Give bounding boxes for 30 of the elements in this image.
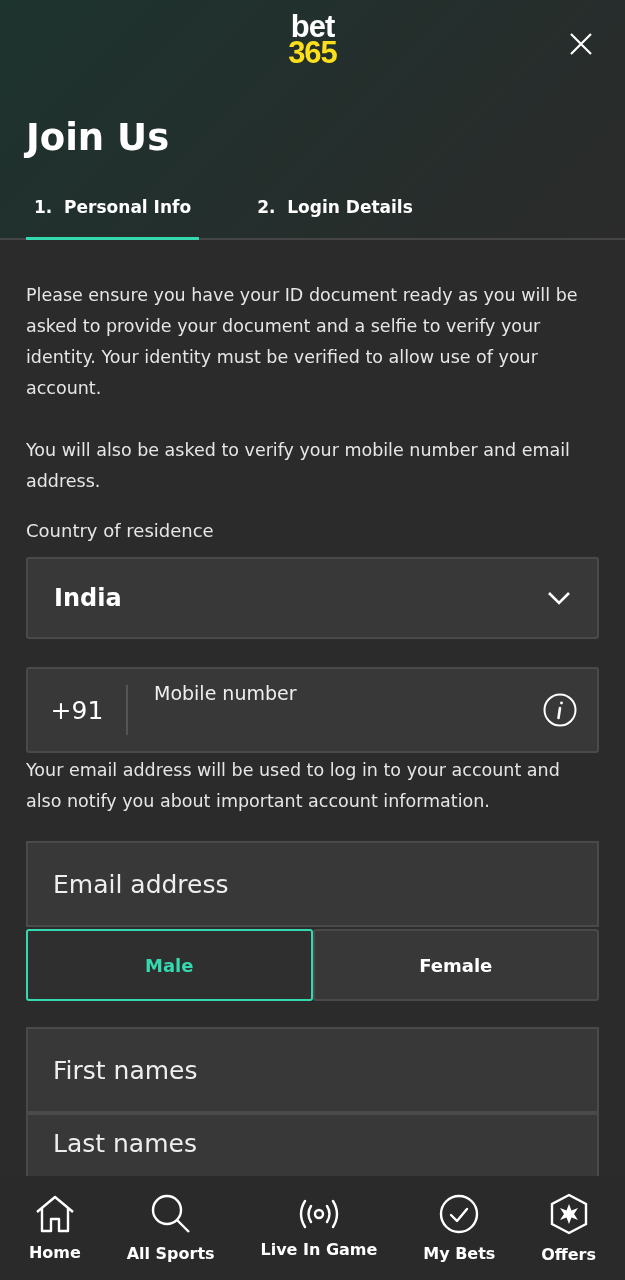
gender-option[interactable]: Male <box>26 929 313 1001</box>
logo: bet 365 <box>288 14 337 66</box>
step-tab[interactable]: 1. Personal Info <box>26 189 200 240</box>
check-circle-icon <box>439 1193 480 1234</box>
gender-option[interactable]: Female <box>312 929 599 1001</box>
field-label: Country of residence <box>26 520 215 541</box>
email-field[interactable]: Email address <box>26 841 599 927</box>
page-title: Join Us <box>26 116 171 159</box>
nav-item[interactable]: Home <box>28 1194 81 1262</box>
info-icon[interactable] <box>543 693 577 727</box>
chevron-down-icon <box>547 591 571 605</box>
email-note: Your email address will be used to log in to your account and also notify you about important account information. <box>26 759 561 813</box>
step-tab[interactable]: 2. Login Details <box>249 189 421 240</box>
nav-item[interactable]: Live In Game <box>260 1197 378 1259</box>
mobile-number-field[interactable]: Mobile number <box>128 677 543 709</box>
mobile-field[interactable]: +91 Mobile number <box>26 667 599 753</box>
country-select[interactable]: India <box>26 557 599 639</box>
name-field[interactable]: First names <box>26 1027 599 1113</box>
nav-item[interactable]: My Bets <box>423 1193 496 1263</box>
intro-paragraph: You will also be asked to verify your mobile number and email address. <box>26 439 571 493</box>
name-field[interactable]: Last names <box>26 1113 599 1176</box>
close-button[interactable] <box>569 32 593 56</box>
search-icon <box>150 1193 191 1234</box>
intro-paragraph: Please ensure you have your ID document ready as you will be asked to provide your document and a selfie to verify your identity. Your identity must be verified to allow use of your account. <box>26 284 579 400</box>
star-hexagon-icon <box>548 1192 589 1235</box>
nav-item[interactable]: All Sports <box>126 1193 215 1263</box>
nav-item[interactable]: Offers <box>541 1192 597 1264</box>
country-code: +91 <box>49 694 105 727</box>
home-icon <box>34 1194 75 1233</box>
broadcast-icon <box>297 1197 340 1230</box>
